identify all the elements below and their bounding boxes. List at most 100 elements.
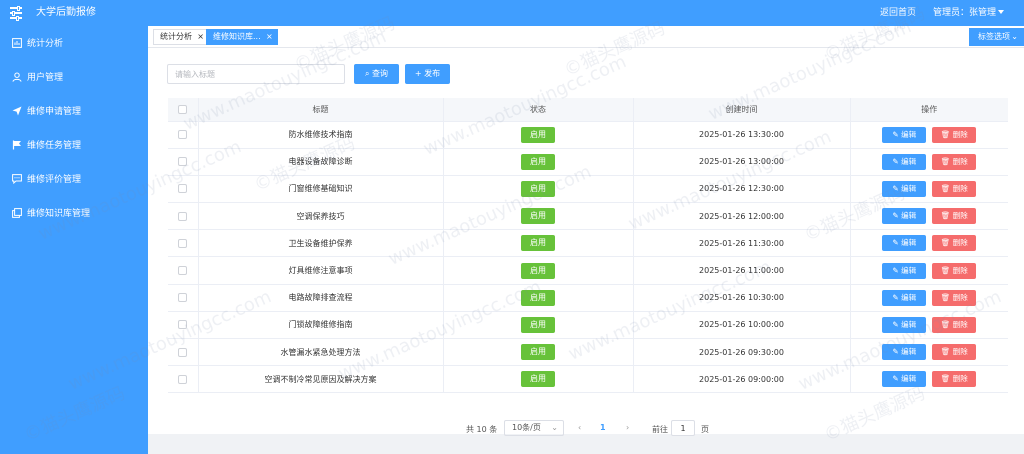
goto-page-input[interactable]: [671, 420, 695, 436]
row-checkbox-cell: [168, 256, 199, 285]
edit-button[interactable]: ✎ 编辑: [882, 289, 927, 306]
row-checkbox[interactable]: [178, 157, 188, 167]
table-row: 电器设备故障诊断 启用 2025-01-26 13:00:00 ✎ 编辑 🗑 删除: [168, 148, 1008, 176]
row-title: 卫生设备维护保养: [198, 229, 444, 258]
row-title: 电路故障排查流程: [198, 284, 444, 312]
edit-button[interactable]: ✎ 编辑: [882, 180, 927, 197]
sidebar-item-label: 维修评价管理: [27, 175, 82, 185]
page-number-current[interactable]: 1: [600, 423, 606, 432]
sidebar-item-users[interactable]: 用户管理: [0, 66, 148, 90]
goto-suffix: 页: [701, 425, 709, 434]
delete-button[interactable]: 🗑 删除: [932, 371, 977, 388]
close-icon[interactable]: ×: [197, 30, 204, 44]
column-header-status: 状态: [443, 98, 634, 122]
copy-icon: [12, 208, 22, 218]
top-bar: 大学后勤报修 返回首页 管理员：张管理: [0, 0, 1024, 26]
column-header-actions: 操作: [850, 98, 1008, 122]
delete-button[interactable]: 🗑 删除: [932, 126, 977, 143]
edit-button[interactable]: ✎ 编辑: [882, 262, 927, 279]
row-checkbox[interactable]: [178, 184, 188, 194]
delete-button[interactable]: 🗑 删除: [932, 262, 977, 279]
delete-button[interactable]: 🗑 删除: [932, 344, 977, 361]
row-checkbox[interactable]: [178, 293, 188, 303]
delete-label: 删除: [952, 265, 968, 275]
sidebar-item-statistics[interactable]: 统计分析: [0, 32, 148, 56]
edit-icon: ✎: [892, 211, 899, 221]
user-menu[interactable]: 管理员：张管理: [933, 8, 1005, 19]
caret-down-icon: [998, 10, 1005, 14]
knowledge-table: 标题 状态 创建时间 操作 防水维修技术指南 启用 2025-01-26 13:30…: [168, 98, 1008, 394]
table-row: 卫生设备维护保养 启用 2025-01-26 11:30:00 ✎ 编辑 🗑 删除: [168, 229, 1008, 258]
tab-knowledge-base[interactable]: 维修知识库... ×: [206, 29, 278, 45]
trash-icon: 🗑: [940, 183, 951, 193]
trash-icon: 🗑: [940, 374, 951, 384]
row-checkbox[interactable]: [178, 320, 188, 330]
menu-toggle-icon[interactable]: [10, 5, 22, 21]
edit-button[interactable]: ✎ 编辑: [882, 235, 927, 252]
comment-icon: [12, 174, 22, 184]
status-badge: 启用: [521, 235, 555, 252]
row-created-time: 2025-01-26 13:00:00: [633, 148, 851, 176]
plus-icon: +: [414, 69, 422, 78]
select-all-checkbox[interactable]: [178, 104, 188, 114]
tab-label: 统计分析: [160, 32, 192, 41]
row-created-time: 2025-01-26 09:30:00: [633, 338, 851, 367]
table-row: 空调保养技巧 启用 2025-01-26 12:00:00 ✎ 编辑 🗑 删除: [168, 202, 1008, 231]
search-button[interactable]: ⌕ 查询: [354, 64, 399, 84]
row-status-cell: 启用: [443, 121, 634, 149]
row-checkbox-cell: [168, 338, 199, 367]
edit-icon: ✎: [892, 156, 899, 166]
edit-icon: ✎: [892, 319, 899, 329]
edit-label: 编辑: [901, 347, 917, 357]
row-checkbox[interactable]: [178, 347, 188, 357]
row-checkbox[interactable]: [178, 130, 188, 140]
home-link[interactable]: 返回首页: [880, 8, 916, 19]
edit-button[interactable]: ✎ 编辑: [882, 344, 927, 361]
row-title: 空调保养技巧: [198, 202, 444, 231]
prev-page-icon[interactable]: ‹: [578, 423, 581, 432]
row-actions: ✎ 编辑 🗑 删除: [850, 311, 1008, 340]
tab-statistics[interactable]: 统计分析 ×: [153, 29, 209, 45]
edit-button[interactable]: ✎ 编辑: [882, 153, 927, 170]
chevron-down-icon: ⌄: [551, 423, 558, 432]
goto-label: 前往: [652, 425, 668, 434]
tab-options-button[interactable]: 标签选项 ⌄: [969, 28, 1024, 46]
row-title: 防水维修技术指南: [198, 121, 444, 149]
delete-button[interactable]: 🗑 删除: [932, 208, 977, 225]
row-checkbox[interactable]: [178, 238, 188, 248]
status-badge: 启用: [521, 371, 555, 388]
delete-button[interactable]: 🗑 删除: [932, 316, 977, 333]
delete-button[interactable]: 🗑 删除: [932, 153, 977, 170]
close-icon[interactable]: ×: [266, 30, 273, 44]
edit-button[interactable]: ✎ 编辑: [882, 126, 927, 143]
search-input[interactable]: [167, 64, 345, 84]
sidebar-item-repair-requests[interactable]: 维修申请管理: [0, 100, 148, 124]
delete-button[interactable]: 🗑 删除: [932, 180, 977, 197]
trash-icon: 🗑: [940, 292, 951, 302]
status-badge: 启用: [521, 289, 555, 306]
table-row: 电路故障排查流程 启用 2025-01-26 10:30:00 ✎ 编辑 🗑 删除: [168, 284, 1008, 312]
content-panel: ⌕ 查询 + 发布 标题 状态 创建时间 操作 防水维修技术指南启用2025-0…: [148, 48, 1024, 436]
delete-button[interactable]: 🗑 删除: [932, 235, 977, 252]
edit-button[interactable]: ✎ 编辑: [882, 208, 927, 225]
edit-label: 编辑: [901, 292, 917, 302]
sidebar-item-repair-reviews[interactable]: 维修评价管理: [0, 168, 148, 192]
row-checkbox[interactable]: [178, 266, 188, 276]
row-created-time: 2025-01-26 11:00:00: [633, 256, 851, 285]
status-badge: 启用: [521, 344, 555, 361]
edit-button[interactable]: ✎ 编辑: [882, 371, 927, 388]
edit-button[interactable]: ✎ 编辑: [882, 316, 927, 333]
delete-label: 删除: [952, 238, 968, 248]
sidebar-item-repair-tasks[interactable]: 维修任务管理: [0, 134, 148, 158]
page-size-select[interactable]: 10条/页 ⌄: [504, 420, 564, 436]
page-size-value: 10条/页: [512, 423, 541, 432]
publish-button[interactable]: + 发布: [405, 64, 450, 84]
next-page-icon[interactable]: ›: [626, 423, 629, 432]
sidebar-item-knowledge-base[interactable]: 维修知识库管理: [0, 202, 148, 226]
row-status-cell: 启用: [443, 284, 634, 312]
row-checkbox[interactable]: [178, 211, 188, 221]
row-checkbox[interactable]: [178, 374, 188, 384]
status-badge: 启用: [521, 180, 555, 197]
row-title: 灯具维修注意事项: [198, 256, 444, 285]
delete-button[interactable]: 🗑 删除: [932, 289, 977, 306]
